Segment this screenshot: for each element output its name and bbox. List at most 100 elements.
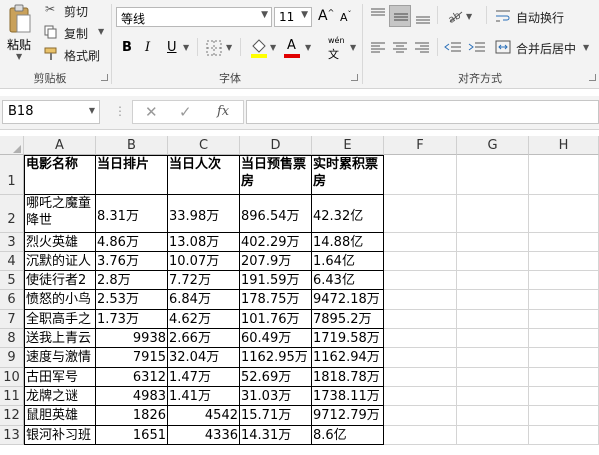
orientation-dropdown-icon[interactable]: ▼ — [466, 12, 472, 21]
table-cell[interactable] — [384, 233, 457, 252]
increase-indent-icon[interactable] — [468, 41, 486, 55]
table-cell[interactable]: 哪吒之魔童降世 — [24, 195, 96, 233]
cancel-icon[interactable]: ✕ — [145, 103, 158, 121]
table-cell[interactable] — [384, 368, 457, 387]
table-cell[interactable]: 速度与激情 — [24, 348, 96, 368]
font-color-button[interactable]: A — [284, 38, 300, 58]
table-cell[interactable]: 1162.94万 — [312, 348, 384, 368]
header-cell[interactable] — [529, 155, 599, 195]
table-cell[interactable]: 33.98万 — [168, 195, 240, 233]
table-cell[interactable] — [457, 252, 529, 271]
row-header-10[interactable]: 10 — [0, 368, 24, 387]
table-cell[interactable]: 使徒行者2 — [24, 271, 96, 290]
table-cell[interactable]: 1.64亿 — [312, 252, 384, 271]
table-cell[interactable] — [457, 426, 529, 445]
table-cell[interactable]: 7895.2万 — [312, 310, 384, 329]
table-cell[interactable]: 101.76万 — [240, 310, 312, 329]
table-cell[interactable]: 6312 — [96, 368, 168, 387]
table-cell[interactable]: 13.08万 — [168, 233, 240, 252]
table-cell[interactable]: 4336 — [168, 426, 240, 445]
table-cell[interactable] — [457, 387, 529, 406]
column-header-a[interactable]: A — [24, 136, 96, 155]
table-cell[interactable] — [384, 387, 457, 406]
row-header-12[interactable]: 12 — [0, 406, 24, 426]
row-header-6[interactable]: 6 — [0, 290, 24, 310]
font-dialog-launcher-icon[interactable] — [351, 74, 358, 81]
column-header-b[interactable]: B — [96, 136, 168, 155]
column-header-f[interactable]: F — [384, 136, 457, 155]
table-cell[interactable] — [529, 387, 599, 406]
phonetic-guide-button[interactable]: wén 文 — [326, 36, 350, 61]
clipboard-dialog-launcher-icon[interactable] — [101, 74, 108, 81]
table-cell[interactable]: 龙牌之谜 — [24, 387, 96, 406]
enter-icon[interactable]: ✓ — [179, 103, 192, 121]
header-cell[interactable] — [384, 155, 457, 195]
table-cell[interactable]: 191.59万 — [240, 271, 312, 290]
phonetic-dropdown-icon[interactable]: ▼ — [350, 43, 356, 52]
table-cell[interactable]: 14.88亿 — [312, 233, 384, 252]
font-name-select[interactable]: 等线 ▼ — [116, 7, 272, 27]
border-dropdown-icon[interactable]: ▼ — [226, 43, 232, 52]
table-cell[interactable]: 4.62万 — [168, 310, 240, 329]
table-cell[interactable]: 沉默的证人 — [24, 252, 96, 271]
table-cell[interactable]: 60.49万 — [240, 329, 312, 348]
table-cell[interactable] — [384, 271, 457, 290]
border-icon[interactable] — [206, 40, 222, 56]
table-cell[interactable] — [384, 290, 457, 310]
table-cell[interactable] — [457, 329, 529, 348]
table-cell[interactable]: 鼠胆英雄 — [24, 406, 96, 426]
italic-button[interactable]: I — [145, 40, 150, 55]
table-cell[interactable] — [529, 195, 599, 233]
name-box[interactable]: B18 ▼ — [2, 100, 100, 124]
header-cell[interactable]: 当日人次 — [168, 155, 240, 195]
table-cell[interactable]: 6.84万 — [168, 290, 240, 310]
table-cell[interactable]: 42.32亿 — [312, 195, 384, 233]
table-cell[interactable]: 31.03万 — [240, 387, 312, 406]
header-cell[interactable]: 电影名称 — [24, 155, 96, 195]
table-cell[interactable] — [457, 368, 529, 387]
alignment-dialog-launcher-icon[interactable] — [589, 74, 596, 81]
underline-button[interactable]: U — [167, 40, 177, 55]
column-header-g[interactable]: G — [457, 136, 529, 155]
table-cell[interactable] — [529, 233, 599, 252]
table-cell[interactable]: 1719.58万 — [312, 329, 384, 348]
decrease-indent-icon[interactable] — [444, 41, 462, 55]
table-cell[interactable]: 烈火英雄 — [24, 233, 96, 252]
formula-input[interactable] — [246, 100, 599, 124]
table-cell[interactable]: 4983 — [96, 387, 168, 406]
table-cell[interactable]: 9712.79万 — [312, 406, 384, 426]
table-cell[interactable]: 9472.18万 — [312, 290, 384, 310]
table-cell[interactable] — [529, 426, 599, 445]
table-cell[interactable] — [384, 406, 457, 426]
fill-color-dropdown-icon[interactable]: ▼ — [270, 43, 276, 52]
column-header-d[interactable]: D — [240, 136, 312, 155]
column-header-h[interactable]: H — [529, 136, 599, 155]
table-cell[interactable]: 银河补习班 — [24, 426, 96, 445]
bold-button[interactable]: B — [122, 40, 132, 55]
table-cell[interactable]: 1738.11万 — [312, 387, 384, 406]
table-cell[interactable]: 送我上青云 — [24, 329, 96, 348]
font-size-select[interactable]: 11 ▼ — [274, 7, 312, 27]
row-header-9[interactable]: 9 — [0, 348, 24, 368]
table-cell[interactable] — [457, 271, 529, 290]
align-bottom-icon[interactable] — [415, 10, 431, 24]
more-options-icon[interactable]: ⋮ — [114, 104, 126, 118]
table-cell[interactable]: 2.8万 — [96, 271, 168, 290]
table-cell[interactable]: 6.43亿 — [312, 271, 384, 290]
orientation-icon[interactable]: ab — [446, 6, 464, 24]
increase-font-size-button[interactable]: A^ — [318, 8, 336, 26]
table-cell[interactable]: 1.73万 — [96, 310, 168, 329]
table-cell[interactable] — [384, 310, 457, 329]
underline-dropdown-icon[interactable]: ▼ — [183, 43, 189, 52]
table-cell[interactable]: 7.72万 — [168, 271, 240, 290]
align-right-icon[interactable] — [414, 41, 430, 55]
merge-dropdown-icon[interactable]: ▼ — [583, 43, 589, 52]
table-cell[interactable]: 1826 — [96, 406, 168, 426]
row-header-11[interactable]: 11 — [0, 387, 24, 406]
paste-button[interactable]: 粘贴 ▼ — [4, 2, 36, 62]
table-cell[interactable]: 9938 — [96, 329, 168, 348]
table-cell[interactable]: 10.07万 — [168, 252, 240, 271]
align-middle-button[interactable] — [389, 5, 411, 27]
table-cell[interactable]: 愤怒的小鸟 — [24, 290, 96, 310]
table-cell[interactable] — [457, 290, 529, 310]
